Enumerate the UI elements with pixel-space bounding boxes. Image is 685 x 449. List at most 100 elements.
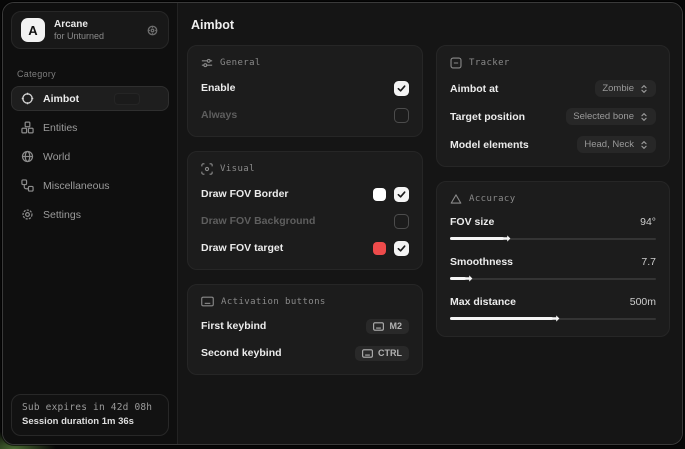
- workflow-icon: [21, 179, 34, 192]
- keyboard-icon: [362, 349, 373, 358]
- sidebar-item-settings[interactable]: Settings: [11, 202, 169, 227]
- keyboard-icon: [201, 296, 214, 307]
- sidebar-item-label: Entities: [43, 122, 77, 134]
- keyboard-icon: [373, 322, 384, 331]
- section-title: Tracker: [469, 58, 510, 68]
- fov-size-slider[interactable]: [450, 234, 656, 243]
- setting-label: Aimbot at: [450, 83, 498, 95]
- dropdown-value: Zombie: [602, 83, 634, 94]
- color-swatch-red[interactable]: [373, 242, 386, 255]
- setting-label: Model elements: [450, 139, 529, 151]
- subscription-info-card: Sub expires in 42d 08h Session duration …: [11, 394, 169, 436]
- slider-fill: [450, 317, 553, 320]
- page-title: Aimbot: [178, 3, 682, 43]
- keybind-value: M2: [389, 321, 402, 331]
- session-duration-text: Session duration 1m 36s: [22, 416, 158, 427]
- setting-label: Draw FOV target: [201, 242, 283, 254]
- setting-label: Draw FOV Background: [201, 215, 315, 227]
- setting-row-fov-target: Draw FOV target: [201, 240, 409, 256]
- setting-label: First keybind: [201, 320, 266, 332]
- accuracy-card-header: Accuracy: [450, 193, 656, 205]
- setting-row-fov-background: Draw FOV Background: [201, 213, 409, 229]
- sliders-icon: [201, 57, 213, 69]
- setting-row-fov-size: FOV size 94°: [450, 216, 656, 243]
- setting-row-second-keybind: Second keybind CTRL: [201, 345, 409, 361]
- tracker-card: Tracker Aimbot at Zombie: [436, 45, 670, 167]
- second-keybind-button[interactable]: CTRL: [355, 346, 409, 361]
- aimbot-at-dropdown[interactable]: Zombie: [595, 80, 656, 97]
- sidebar-item-world[interactable]: World: [11, 144, 169, 169]
- sidebar-item-label: World: [43, 151, 70, 163]
- setting-row-aimbot-at: Aimbot at Zombie: [450, 80, 656, 97]
- slider-fill: [450, 237, 504, 240]
- section-title: Visual: [220, 164, 255, 174]
- fov-target-checkbox[interactable]: [394, 241, 409, 256]
- sidebar-item-label: Aimbot: [43, 93, 79, 105]
- enable-checkbox[interactable]: [394, 81, 409, 96]
- brand-name: Arcane: [54, 19, 137, 31]
- setting-label: FOV size: [450, 216, 494, 228]
- sidebar-item-entities[interactable]: Entities: [11, 115, 169, 140]
- sidebar-item-miscellaneous[interactable]: Miscellaneous: [11, 173, 169, 198]
- sidebar-nav: Aimbot Entities: [3, 86, 177, 227]
- left-column: General Enable Always: [187, 45, 423, 375]
- visual-card: Visual Draw FOV Border Draw FOV Ba: [187, 151, 423, 270]
- sidebar-item-label: Settings: [43, 209, 81, 221]
- setting-label: Draw FOV Border: [201, 188, 289, 200]
- slider-arrow-thumb[interactable]: [464, 274, 473, 283]
- section-title: Accuracy: [469, 194, 516, 204]
- category-label: Category: [17, 69, 163, 79]
- slider-arrow-thumb[interactable]: [551, 314, 560, 323]
- setting-label: Max distance: [450, 296, 516, 308]
- section-title: Activation buttons: [221, 297, 326, 307]
- brand-logo: A: [21, 18, 45, 42]
- sidebar-item-aimbot[interactable]: Aimbot: [11, 86, 169, 111]
- setting-row-always: Always: [201, 107, 409, 123]
- fov-background-checkbox[interactable]: [394, 214, 409, 229]
- slider-arrow-thumb[interactable]: [502, 234, 511, 243]
- setting-row-max-distance: Max distance 500m: [450, 296, 656, 323]
- setting-row-first-keybind: First keybind M2: [201, 318, 409, 334]
- setting-label: Enable: [201, 82, 235, 94]
- setting-label: Always: [201, 109, 237, 121]
- main-panel: Aimbot General: [178, 3, 682, 444]
- fov-border-checkbox[interactable]: [394, 187, 409, 202]
- chevrons-up-down-icon: [639, 112, 649, 122]
- section-title: General: [220, 58, 261, 68]
- model-elements-dropdown[interactable]: Head, Neck: [577, 136, 656, 153]
- slider-value: 500m: [630, 296, 656, 308]
- triangle-icon: [450, 193, 462, 205]
- chevrons-up-down-icon: [639, 140, 649, 150]
- active-item-hint: [114, 93, 140, 105]
- sidebar-item-label: Miscellaneous: [43, 180, 110, 192]
- general-card-header: General: [201, 57, 409, 69]
- globe-icon: [21, 150, 34, 163]
- setting-row-target-position: Target position Selected bone: [450, 108, 656, 125]
- activation-card-header: Activation buttons: [201, 296, 409, 307]
- accuracy-card: Accuracy FOV size 94°: [436, 181, 670, 337]
- brand-text: Arcane for Unturned: [54, 19, 137, 41]
- right-column: Tracker Aimbot at Zombie: [436, 45, 670, 337]
- first-keybind-button[interactable]: M2: [366, 319, 409, 334]
- setting-row-enable: Enable: [201, 80, 409, 96]
- always-checkbox[interactable]: [394, 108, 409, 123]
- keybind-value: CTRL: [378, 348, 402, 358]
- target-position-dropdown[interactable]: Selected bone: [566, 108, 656, 125]
- frame-minus-icon: [450, 57, 462, 69]
- tracker-card-header: Tracker: [450, 57, 656, 69]
- slider-value: 7.7: [641, 256, 656, 268]
- brand-card: A Arcane for Unturned: [11, 11, 169, 49]
- general-card: General Enable Always: [187, 45, 423, 137]
- scan-eye-icon: [201, 163, 213, 175]
- setting-row-model-elements: Model elements Head, Neck: [450, 136, 656, 153]
- visual-card-header: Visual: [201, 163, 409, 175]
- gear-icon: [21, 208, 34, 221]
- brand-subtitle: for Unturned: [54, 31, 137, 41]
- refresh-icon[interactable]: [146, 24, 159, 37]
- setting-label: Smoothness: [450, 256, 513, 268]
- app-window: A Arcane for Unturned Category: [2, 2, 683, 445]
- color-swatch-white[interactable]: [373, 188, 386, 201]
- smoothness-slider[interactable]: [450, 274, 656, 283]
- boxes-icon: [21, 121, 34, 134]
- max-distance-slider[interactable]: [450, 314, 656, 323]
